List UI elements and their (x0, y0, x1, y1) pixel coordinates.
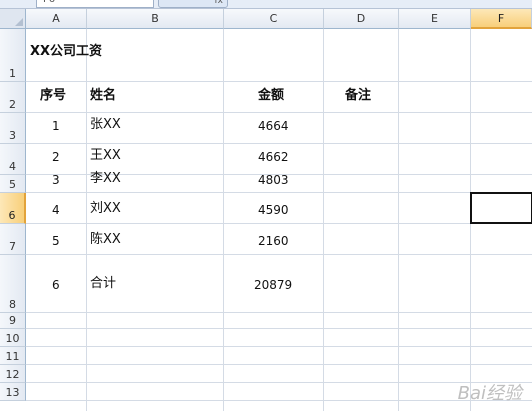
cell-name[interactable]: 张XX (90, 117, 121, 133)
cell-seq[interactable]: 5 (52, 233, 60, 249)
cell-amount[interactable]: 4590 (258, 202, 289, 218)
column-header-c[interactable]: C (224, 9, 324, 29)
select-all-triangle-icon (15, 18, 23, 26)
row-header-12[interactable]: 12 (0, 365, 26, 383)
cell-seq[interactable]: 2 (52, 149, 60, 165)
cell-seq[interactable]: 1 (52, 118, 60, 134)
active-cell-selection[interactable] (470, 192, 532, 224)
watermark: Bai经验 (457, 383, 522, 404)
column-header-e[interactable]: E (399, 9, 471, 29)
gridline (323, 29, 324, 411)
gridline (26, 192, 532, 193)
cell-name[interactable]: 王XX (90, 148, 121, 164)
gridline (26, 364, 532, 365)
cell-seq[interactable]: 3 (52, 172, 60, 188)
row-header-10[interactable]: 10 (0, 329, 26, 347)
row-header-11[interactable]: 11 (0, 347, 26, 365)
cell-amount[interactable]: 2160 (258, 233, 289, 249)
row-header-2[interactable]: 2 (0, 82, 26, 113)
formula-bar: F6 fx (0, 0, 532, 9)
row-header-1[interactable]: 1 (0, 29, 26, 82)
gridline (26, 312, 532, 313)
header-name[interactable]: 姓名 (90, 88, 116, 104)
gridline (26, 223, 532, 224)
gridline (26, 328, 532, 329)
cell-amount[interactable]: 4662 (258, 149, 289, 165)
cell-amount[interactable]: 4664 (258, 118, 289, 134)
row-header-13[interactable]: 13 (0, 383, 26, 401)
name-box[interactable]: F6 (36, 0, 154, 8)
cell-total-label[interactable]: 合计 (90, 276, 116, 292)
row-header-5[interactable]: 5 (0, 175, 26, 193)
row-header-9[interactable]: 9 (0, 313, 26, 329)
gridline (26, 143, 532, 144)
header-amount[interactable]: 金额 (258, 88, 284, 104)
select-all-corner[interactable] (0, 9, 26, 29)
row-header-6[interactable]: 6 (0, 193, 26, 224)
gridline (26, 112, 532, 113)
gridline (26, 382, 532, 383)
column-header-a[interactable]: A (26, 9, 87, 29)
gridline (26, 81, 532, 82)
header-remark[interactable]: 备注 (345, 88, 371, 104)
gridline (86, 29, 87, 411)
cell-seq[interactable]: 6 (52, 277, 60, 293)
cell-name[interactable]: 陈XX (90, 232, 121, 248)
gridline (223, 29, 224, 411)
gridline (26, 400, 532, 401)
cell-name[interactable]: 刘XX (90, 201, 121, 217)
row-header-8[interactable]: 8 (0, 255, 26, 313)
cell-name[interactable]: 李XX (90, 171, 121, 187)
cell-seq[interactable]: 4 (52, 202, 60, 218)
fx-icon[interactable]: fx (158, 0, 228, 8)
column-header-b[interactable]: B (87, 9, 224, 29)
row-header-3[interactable]: 3 (0, 113, 26, 144)
row-header-4[interactable]: 4 (0, 144, 26, 175)
gridline (26, 254, 532, 255)
spreadsheet-grid: A B C D E F 1 2 3 4 5 6 7 8 9 10 11 12 1… (0, 9, 532, 411)
cell-total-amount[interactable]: 20879 (254, 277, 292, 293)
cell-amount[interactable]: 4803 (258, 172, 289, 188)
column-header-f[interactable]: F (471, 9, 532, 29)
header-seq[interactable]: 序号 (40, 88, 66, 104)
row-header-7[interactable]: 7 (0, 224, 26, 255)
gridline (398, 29, 399, 411)
gridline (26, 346, 532, 347)
sheet-title[interactable]: XX公司工资 (30, 44, 102, 60)
column-header-d[interactable]: D (324, 9, 399, 29)
